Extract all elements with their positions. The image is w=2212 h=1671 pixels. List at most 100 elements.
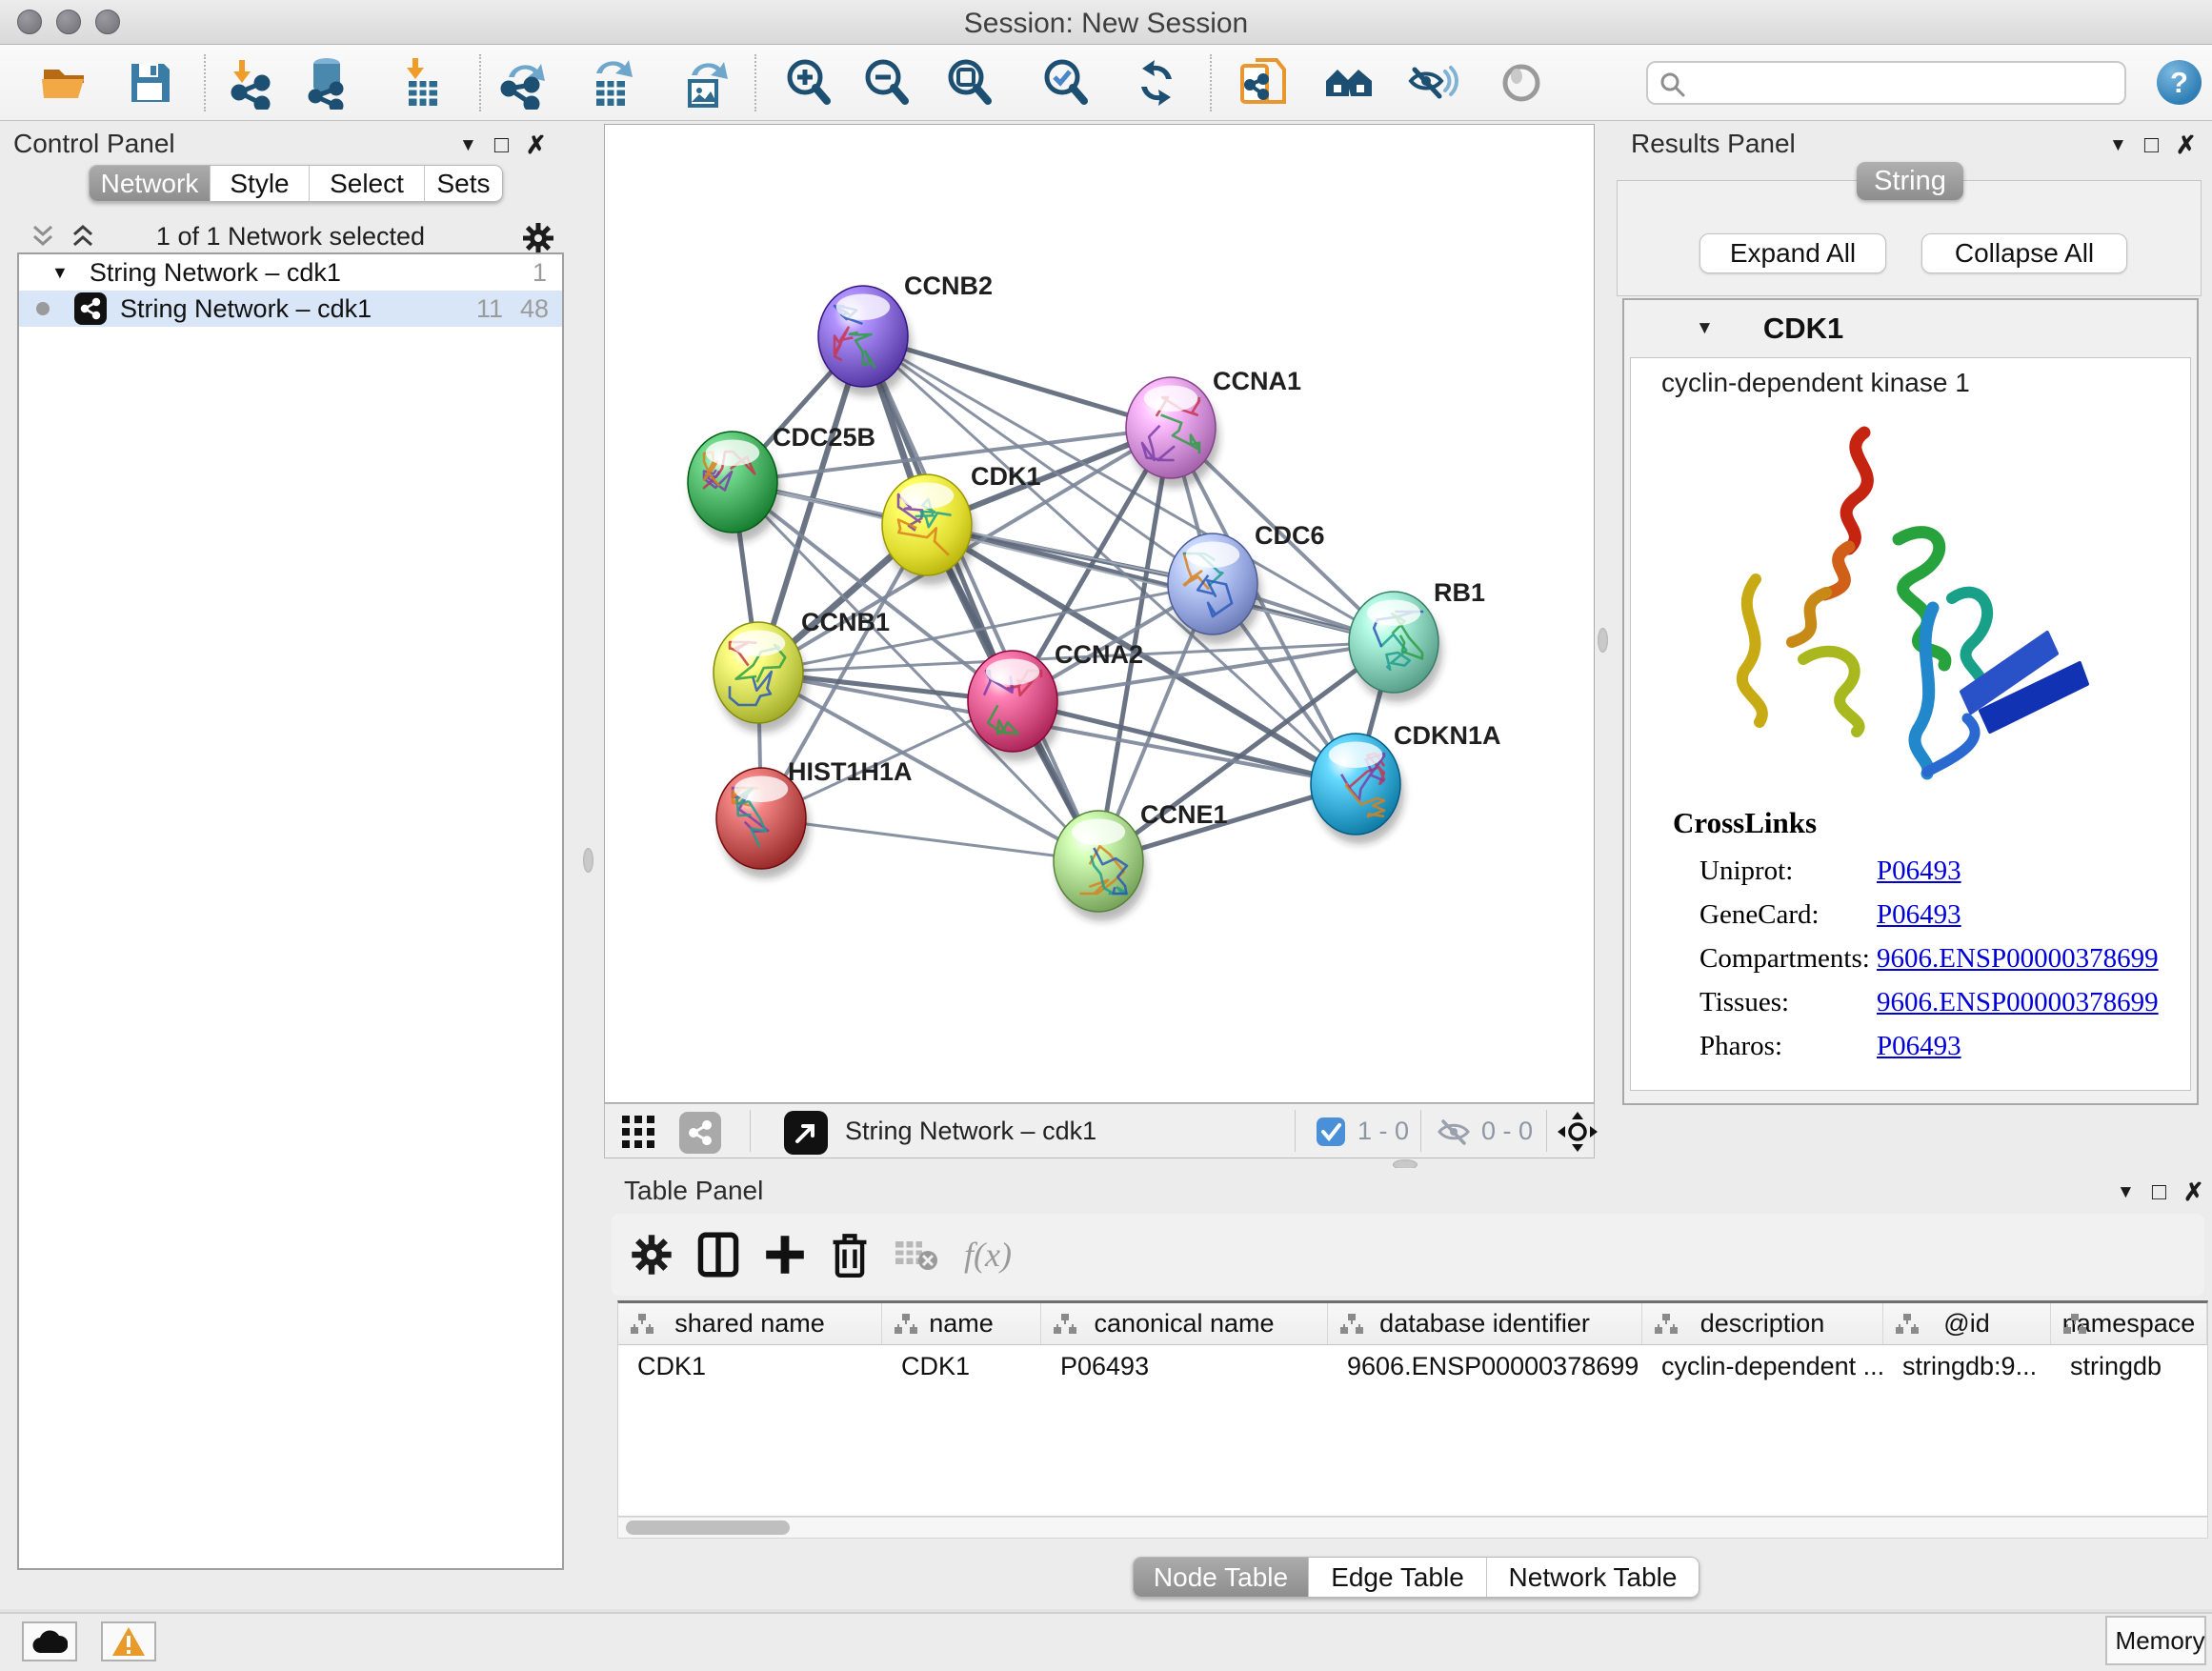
- column-header[interactable]: description: [1642, 1303, 1883, 1344]
- show-all-button[interactable]: [1493, 54, 1550, 111]
- zoom-out-button[interactable]: [858, 54, 915, 111]
- crosslink-link[interactable]: 9606.ENSP00000378699: [1877, 987, 2159, 1018]
- help-button[interactable]: ?: [2157, 60, 2202, 105]
- crosslink-link[interactable]: P06493: [1877, 899, 1961, 931]
- network-node-ccne1[interactable]: CCNE1: [1054, 800, 1228, 921]
- tab-edge-table[interactable]: Edge Table: [1308, 1558, 1486, 1597]
- import-network-database-button[interactable]: [300, 54, 357, 111]
- warnings-button[interactable]: [101, 1621, 156, 1661]
- selected-checkbox-icon[interactable]: [1316, 1117, 1346, 1147]
- protein-collapse-icon[interactable]: ▼: [1696, 318, 1714, 339]
- panel-close-icon[interactable]: ✗: [526, 131, 547, 160]
- crosslink-link[interactable]: P06493: [1877, 1031, 1961, 1062]
- hidden-eye-icon[interactable]: [1436, 1117, 1472, 1147]
- expand-all-button[interactable]: Expand All: [1699, 233, 1886, 273]
- panel-float-icon[interactable]: □: [494, 131, 509, 159]
- table-row[interactable]: CDK1 CDK1 P06493 9606.ENSP00000378699 cy…: [618, 1345, 2207, 1387]
- cell-namespace[interactable]: stringdb: [2051, 1345, 2207, 1387]
- collection-caret-icon[interactable]: ▼: [51, 263, 69, 283]
- import-table-file-button[interactable]: [393, 54, 451, 111]
- network-graph[interactable]: CCNB2CCNA1CDC25BCDK1CDC6RB1CCNB1CCNA2CDK…: [605, 125, 1594, 1102]
- network-node-ccnb2[interactable]: CCNB2: [818, 272, 993, 396]
- grid-mode-icon[interactable]: [620, 1114, 658, 1150]
- string-network-badge-icon[interactable]: [679, 1112, 721, 1154]
- fit-content-crosshair-icon[interactable]: [1558, 1112, 1598, 1152]
- column-header[interactable]: namespace: [2051, 1303, 2207, 1344]
- crosslink-link[interactable]: 9606.ENSP00000378699: [1877, 943, 2159, 975]
- open-session-button[interactable]: [36, 54, 93, 111]
- titlebar: Session: New Session: [0, 0, 2212, 45]
- network-node-ccnb1[interactable]: CCNB1: [714, 608, 890, 733]
- show-columns-icon[interactable]: [697, 1232, 739, 1278]
- network-node-cdkn1a[interactable]: CDKN1A: [1311, 721, 1501, 844]
- tab-select[interactable]: Select: [309, 166, 424, 201]
- hide-selected-button[interactable]: [1403, 54, 1460, 111]
- search-input[interactable]: [1694, 65, 2113, 101]
- panel-menu-icon[interactable]: ▼: [459, 135, 477, 156]
- panel-float-icon[interactable]: □: [2152, 1178, 2166, 1206]
- panel-close-icon[interactable]: ✗: [2183, 1178, 2204, 1207]
- column-header[interactable]: database identifier: [1328, 1303, 1642, 1344]
- export-table-button[interactable]: [583, 54, 640, 111]
- scrollbar-thumb[interactable]: [626, 1520, 790, 1535]
- birdseye-view-icon[interactable]: [784, 1111, 828, 1155]
- tab-node-table[interactable]: Node Table: [1134, 1558, 1308, 1597]
- network-canvas[interactable]: CCNB2CCNA1CDC25BCDK1CDC6RB1CCNB1CCNA2CDK…: [604, 124, 1595, 1103]
- search-field[interactable]: [1646, 61, 2126, 105]
- memory-button[interactable]: Memory: [2105, 1616, 2206, 1665]
- refresh-view-button[interactable]: [1128, 54, 1185, 111]
- network-node-cdc25b[interactable]: CDC25B: [688, 423, 875, 542]
- protein-card-header[interactable]: ▼ CDK1: [1624, 300, 2197, 357]
- warning-icon: [111, 1626, 146, 1657]
- export-network-button[interactable]: [493, 54, 551, 111]
- network-node-cdc6[interactable]: CDC6: [1168, 521, 1325, 644]
- panel-menu-icon[interactable]: ▼: [2109, 135, 2127, 156]
- column-header[interactable]: name: [882, 1303, 1041, 1344]
- panel-close-icon[interactable]: ✗: [2176, 131, 2197, 160]
- network-node-cdk1[interactable]: CDK1: [882, 462, 1041, 585]
- import-network-file-button[interactable]: [222, 54, 279, 111]
- zoom-selected-button[interactable]: [1037, 54, 1095, 111]
- tab-style[interactable]: Style: [210, 166, 309, 201]
- tab-string[interactable]: String: [1857, 162, 1963, 200]
- cell-canonical-name[interactable]: P06493: [1041, 1345, 1328, 1387]
- protein-result-card: ▼ CDK1 cyclin-dependent kinase 1: [1622, 298, 2199, 1105]
- cell-description[interactable]: cyclin-dependent ...: [1642, 1345, 1883, 1387]
- table-options-gear-icon[interactable]: [631, 1234, 673, 1276]
- right-splitter-handle[interactable]: [1598, 628, 1608, 653]
- network-edge[interactable]: [761, 818, 1098, 861]
- network-node-rb1[interactable]: RB1: [1349, 578, 1485, 702]
- left-splitter-handle[interactable]: [583, 848, 593, 873]
- tab-network[interactable]: Network: [90, 166, 210, 201]
- network-node-hist1h1a[interactable]: HIST1H1A: [716, 757, 913, 878]
- cloud-status-button[interactable]: [22, 1621, 77, 1661]
- export-image-button[interactable]: [676, 54, 734, 111]
- tab-network-table[interactable]: Network Table: [1486, 1558, 1699, 1597]
- panel-float-icon[interactable]: □: [2144, 131, 2159, 159]
- table-horizontal-scrollbar[interactable]: [617, 1517, 2208, 1539]
- zoom-fit-button[interactable]: [941, 54, 998, 111]
- delete-column-icon[interactable]: [831, 1232, 869, 1278]
- window-title: Session: New Session: [0, 8, 2212, 40]
- column-header[interactable]: @id: [1883, 1303, 2051, 1344]
- import-database-icon: [302, 56, 355, 110]
- cell-shared-name[interactable]: CDK1: [618, 1345, 882, 1387]
- crosslink-link[interactable]: P06493: [1877, 856, 1961, 887]
- clone-network-button[interactable]: [1235, 54, 1292, 111]
- add-column-icon[interactable]: [764, 1234, 806, 1276]
- save-session-button[interactable]: [122, 54, 179, 111]
- cell-id[interactable]: stringdb:9...: [1883, 1345, 2051, 1387]
- panel-menu-icon[interactable]: ▼: [2117, 1182, 2135, 1203]
- cell-name[interactable]: CDK1: [882, 1345, 1041, 1387]
- network-collection-row[interactable]: ▼ String Network – cdk1 1: [19, 254, 562, 291]
- network-options-gear-icon[interactable]: [522, 222, 554, 254]
- first-neighbors-button[interactable]: [1320, 54, 1377, 111]
- column-header[interactable]: shared name: [618, 1303, 882, 1344]
- tab-sets[interactable]: Sets: [424, 166, 502, 201]
- network-row-selected[interactable]: String Network – cdk1 11 48: [19, 291, 562, 327]
- collapse-all-button[interactable]: Collapse All: [1921, 233, 2127, 273]
- zoom-in-button[interactable]: [780, 54, 837, 111]
- cell-database-identifier[interactable]: 9606.ENSP00000378699: [1328, 1345, 1642, 1387]
- control-panel-title: Control Panel: [13, 129, 175, 159]
- column-header[interactable]: canonical name: [1041, 1303, 1328, 1344]
